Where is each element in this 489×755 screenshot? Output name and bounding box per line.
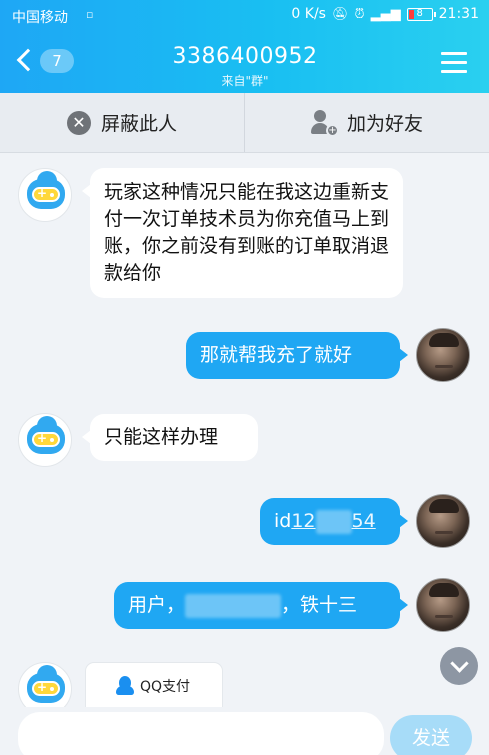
top-bar: 中国移动 ▫ 0 K/s 🔕︎ ⏰︎ ▂▄▆ 8 21:31 7 3386400… [0,0,489,93]
mute-icon: 🔕︎ [331,6,349,22]
chat-subtitle: 来自"群" [221,74,269,88]
unread-badge: 7 [40,49,74,73]
message-text: ，铁十三 [281,594,358,616]
message-text: id [274,510,292,532]
battery-level: 8 [416,8,423,19]
clock: 21:31 [438,6,479,22]
block-user-button[interactable]: ✕ 屏蔽此人 [0,93,244,152]
add-friend-button[interactable]: + 加为好友 [244,93,489,152]
my-avatar[interactable] [416,328,470,382]
message-bubble-outgoing[interactable]: id12 54 [260,498,408,545]
status-right: 0 K/s 🔕︎ ⏰︎ ▂▄▆ 8 21:31 [291,6,479,22]
composer-bar: 发送 [0,707,489,755]
my-avatar[interactable] [416,494,470,548]
block-user-label: 屏蔽此人 [100,113,177,135]
message-input[interactable] [18,712,384,755]
redacted-block [315,509,352,534]
sender-avatar[interactable] [18,168,72,222]
message-bubble-incoming[interactable]: 只能这样办理 [82,414,258,461]
back-chevron-icon [16,48,40,72]
block-icon: ✕ [66,110,91,135]
my-avatar[interactable] [416,578,470,632]
id-link-end[interactable]: 54 [352,510,376,532]
send-button[interactable]: 发送 [390,715,472,755]
alarm-icon: ⏰︎ [354,6,365,22]
sender-avatar[interactable] [18,413,72,467]
carrier-label: 中国移动 [12,10,68,26]
battery-icon: 8 [406,7,436,21]
message-bubble-incoming[interactable]: 玩家这种情况只能在我这边重新支付一次订单技术员为你充值马上到账，你之前没有到账的… [82,168,403,298]
action-bar: ✕ 屏蔽此人 + 加为好友 [0,93,489,153]
qq-pay-label: QQ支付 [140,679,191,695]
chat-title: 3386400952 [172,44,318,69]
sim-card-icon: ▫ [86,8,94,21]
qq-pay-card[interactable]: QQ支付 [86,663,222,709]
hamburger-menu-icon[interactable] [441,52,467,74]
message-bubble-outgoing[interactable]: 那就帮我充了就好 [186,332,408,379]
status-bar: 中国移动 ▫ 0 K/s 🔕︎ ⏰︎ ▂▄▆ 8 21:31 [0,0,489,30]
add-friend-label: 加为好友 [346,113,423,135]
message-bubble-outgoing[interactable]: 用户， ，铁十三 [114,582,408,629]
network-speed: 0 K/s [291,6,326,22]
qq-penguin-icon [116,676,134,696]
scroll-down-icon[interactable] [440,647,478,685]
add-friend-icon: + [310,109,339,137]
back-button[interactable]: 7 [16,46,76,82]
id-link-start[interactable]: 12 [291,510,315,532]
redacted-block [185,593,282,618]
message-text: 用户， [128,594,186,616]
4g-signal-icon: ▂▄▆ [370,6,401,22]
